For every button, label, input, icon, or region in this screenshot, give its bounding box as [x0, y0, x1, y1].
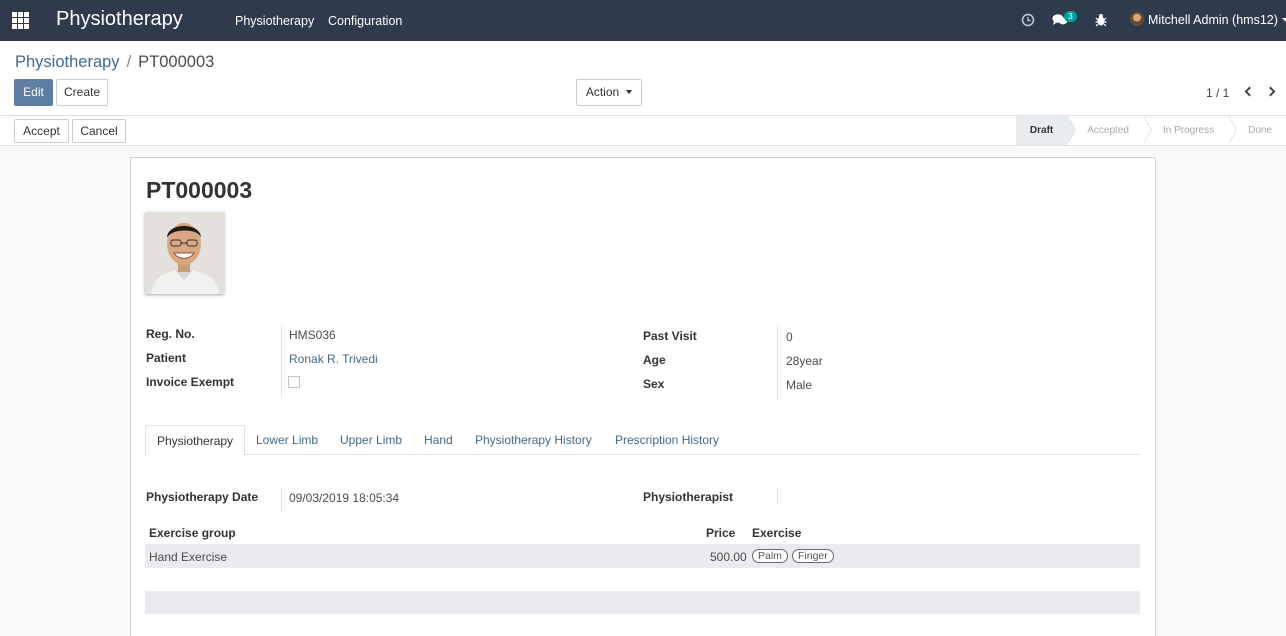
- status-steps: Draft Accepted In Progress Done: [1015, 116, 1286, 145]
- reg-no-value: HMS036: [289, 328, 336, 342]
- breadcrumb-current: PT000003: [138, 53, 215, 71]
- price-cell: 500.00: [710, 550, 747, 564]
- sex-label: Sex: [643, 377, 665, 391]
- menu-physiotherapy[interactable]: Physiotherapy: [235, 14, 314, 28]
- tab-physiotherapy[interactable]: Physiotherapy: [145, 425, 246, 456]
- tab-hand[interactable]: Hand: [424, 425, 453, 455]
- age-value: 28year: [786, 354, 823, 368]
- physiotherapist-label: Physiotherapist: [643, 490, 734, 504]
- chevron-left-icon: [1244, 86, 1255, 97]
- left-fields-divider: [281, 325, 282, 397]
- tab-prescription-history[interactable]: Prescription History: [615, 425, 719, 455]
- patient-link[interactable]: Ronak R. Trivedi: [289, 352, 378, 366]
- exercise-tag-finger: Finger: [792, 549, 834, 563]
- top-navbar: Physiotherapy Physiotherapy Configuratio…: [0, 0, 1286, 41]
- patient-label: Patient: [146, 351, 187, 365]
- chat-count-badge: 3: [1064, 11, 1077, 22]
- cancel-button[interactable]: Cancel: [72, 119, 126, 143]
- action-label: Action: [585, 85, 620, 99]
- status-step-in-progress[interactable]: In Progress: [1143, 116, 1238, 145]
- status-step-accepted[interactable]: Accepted: [1067, 116, 1152, 145]
- exercise-group-cell: Hand Exercise: [149, 550, 228, 564]
- invoice-exempt-checkbox[interactable]: [288, 376, 300, 388]
- breadcrumb: Physiotherapy / PT000003: [15, 53, 214, 72]
- edit-button[interactable]: Edit: [14, 79, 53, 106]
- notebook-tabs: Physiotherapy Lower Limb Upper Limb Hand…: [145, 425, 1140, 456]
- bug-icon[interactable]: [1095, 13, 1107, 27]
- status-step-draft[interactable]: Draft: [1015, 116, 1077, 145]
- tab-lower-limb[interactable]: Lower Limb: [256, 425, 318, 455]
- table-row[interactable]: [145, 544, 1140, 568]
- accept-button[interactable]: Accept: [14, 119, 69, 143]
- form-sheet: PT000003 Reg. No. HMS036 Patient Ronak R…: [130, 157, 1156, 636]
- chevron-right-icon: [1265, 86, 1276, 97]
- tab-upper-limb[interactable]: Upper Limb: [340, 425, 402, 455]
- right-fields-divider: [777, 325, 778, 399]
- column-header-price[interactable]: Price: [706, 526, 735, 540]
- date-field-divider: [281, 487, 282, 511]
- patient-portrait: [145, 212, 224, 294]
- user-name: Mitchell Admin (hms12): [1148, 13, 1278, 27]
- clock-icon[interactable]: [1021, 13, 1035, 27]
- pager-value[interactable]: 1 / 1: [1206, 86, 1229, 100]
- pager-previous-button[interactable]: [1243, 85, 1255, 99]
- sex-value: Male: [786, 378, 813, 392]
- tab-physiotherapy-history[interactable]: Physiotherapy History: [475, 425, 592, 455]
- control-panel: Physiotherapy / PT000003 Edit Create Actio…: [0, 41, 1286, 116]
- pager-next-button[interactable]: [1265, 85, 1278, 99]
- column-header-exercise-group[interactable]: Exercise group: [149, 526, 236, 540]
- chevron-down-icon: [1281, 18, 1286, 22]
- column-header-exercise[interactable]: Exercise: [752, 526, 801, 540]
- user-menu[interactable]: Mitchell Admin (hms12): [1130, 12, 1286, 27]
- past-visit-label: Past Visit: [643, 329, 697, 343]
- age-label: Age: [643, 353, 666, 367]
- apps-grid-icon[interactable]: [12, 12, 29, 29]
- past-visit-value: 0: [786, 330, 793, 344]
- invoice-exempt-label: Invoice Exempt: [146, 375, 235, 389]
- user-avatar: [1130, 12, 1144, 26]
- physiotherapist-field-divider: [777, 487, 778, 505]
- record-title: PT000003: [146, 177, 253, 203]
- table-empty-row: [145, 591, 1140, 614]
- patient-photo[interactable]: [145, 212, 224, 294]
- physiotherapy-date-value: 09/03/2019 18:05:34: [289, 491, 400, 505]
- breadcrumb-separator: /: [126, 53, 132, 71]
- physiotherapy-date-label: Physiotherapy Date: [146, 490, 259, 504]
- breadcrumb-parent-link[interactable]: Physiotherapy: [15, 53, 120, 71]
- app-title: Physiotherapy: [56, 8, 183, 30]
- menu-configuration[interactable]: Configuration: [328, 14, 402, 28]
- create-button[interactable]: Create: [56, 79, 108, 106]
- action-dropdown-button[interactable]: Action: [576, 79, 642, 106]
- status-bar: Accept Cancel Draft Accepted In Progress…: [0, 116, 1286, 146]
- exercise-tag-palm: Palm: [752, 549, 788, 563]
- caret-down-icon: [626, 90, 633, 94]
- reg-no-label: Reg. No.: [146, 327, 195, 341]
